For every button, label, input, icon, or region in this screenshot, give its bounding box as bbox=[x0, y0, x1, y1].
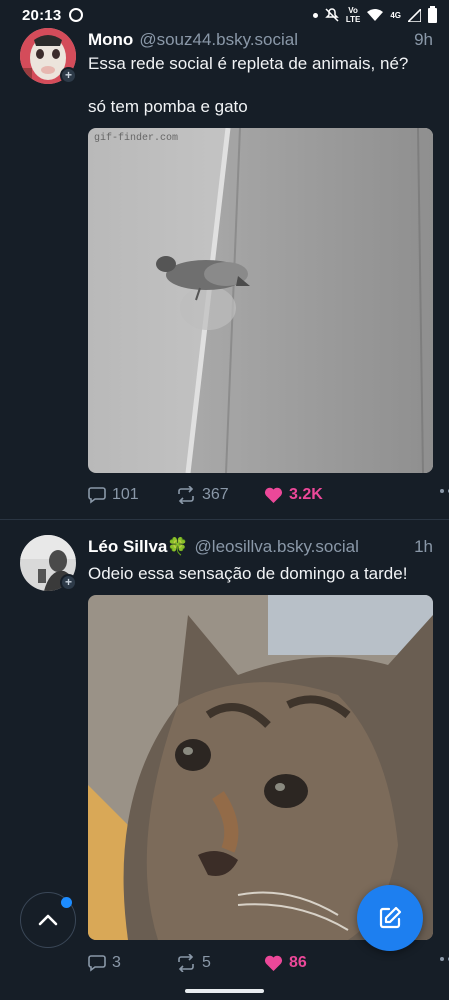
reply-count: 3 bbox=[112, 954, 121, 971]
compose-button[interactable] bbox=[357, 885, 423, 951]
gif-source-caption: gif-finder.com bbox=[94, 132, 178, 144]
post-media-gif[interactable]: gif-finder.com bbox=[88, 128, 433, 473]
handle[interactable]: @leosillva.bsky.social bbox=[195, 537, 359, 557]
status-bar: 20:13 Vo LTE 4G bbox=[0, 0, 449, 30]
repost-count: 5 bbox=[202, 954, 211, 971]
like-button[interactable]: 86 bbox=[264, 954, 307, 972]
reply-button[interactable]: 3 bbox=[88, 954, 176, 972]
post-text-line: Essa rede social é repleta de animais, n… bbox=[88, 54, 409, 73]
like-count: 3.2K bbox=[289, 486, 323, 503]
post-text-line: Odeio essa sensação de domingo a tarde! bbox=[88, 564, 408, 583]
new-posts-badge bbox=[61, 897, 72, 908]
repost-arrows-icon bbox=[178, 954, 194, 972]
display-name[interactable]: Mono bbox=[88, 30, 133, 50]
like-button[interactable]: 3.2K bbox=[264, 486, 323, 504]
network-type: 4G bbox=[390, 10, 401, 20]
post-text: Odeio essa sensação de domingo a tarde! bbox=[88, 563, 435, 585]
repost-button[interactable]: 5 bbox=[176, 954, 264, 972]
more-dots-icon[interactable] bbox=[440, 489, 449, 493]
battery-icon bbox=[428, 5, 437, 23]
post-actions: 101 367 3.2K bbox=[88, 483, 449, 507]
handle[interactable]: @souz44.bsky.social bbox=[139, 30, 298, 50]
pigeon-gif-image: gif-finder.com bbox=[88, 128, 433, 473]
scroll-to-top-button[interactable] bbox=[20, 892, 76, 948]
status-icons: Vo LTE 4G bbox=[312, 5, 437, 24]
repost-count: 367 bbox=[202, 486, 229, 503]
timestamp[interactable]: 1h bbox=[414, 537, 433, 557]
whatsapp-notification-icon bbox=[69, 8, 84, 22]
more-dots-icon[interactable] bbox=[440, 957, 449, 961]
like-count: 86 bbox=[289, 954, 307, 971]
timestamp[interactable]: 9h bbox=[414, 30, 433, 50]
follow-plus-icon[interactable]: + bbox=[60, 67, 77, 84]
mute-icon bbox=[325, 8, 339, 22]
heart-icon bbox=[264, 487, 283, 503]
chat-bubble-icon bbox=[88, 487, 106, 504]
post-text: Essa rede social é repleta de animais, n… bbox=[88, 53, 435, 118]
volte-label: Vo bbox=[348, 6, 358, 15]
chevron-up-icon bbox=[38, 914, 58, 926]
lte-label: LTE bbox=[345, 15, 361, 24]
wifi-icon bbox=[367, 8, 384, 21]
repost-button[interactable]: 367 bbox=[176, 486, 264, 504]
notification-dot-icon bbox=[312, 12, 318, 18]
follow-plus-icon[interactable]: + bbox=[60, 574, 77, 591]
display-name[interactable]: Léo Sillva🍀 bbox=[88, 537, 189, 557]
reply-button[interactable]: 101 bbox=[88, 486, 176, 504]
volte-indicator: Vo LTE bbox=[346, 6, 361, 24]
chat-bubble-icon bbox=[88, 955, 106, 972]
post-divider bbox=[0, 519, 449, 520]
post-actions: 3 5 86 bbox=[88, 951, 449, 975]
repost-arrows-icon bbox=[178, 486, 194, 504]
reply-count: 101 bbox=[112, 486, 139, 503]
heart-icon bbox=[264, 955, 283, 971]
compose-pencil-icon bbox=[379, 906, 402, 929]
post-header: Léo Sillva🍀 @leosillva.bsky.social 1h bbox=[88, 537, 433, 559]
gesture-navigation-bar[interactable] bbox=[185, 989, 264, 993]
post-text-line: só tem pomba e gato bbox=[88, 97, 248, 116]
signal-icon bbox=[408, 8, 421, 22]
post-header: Mono @souz44.bsky.social 9h bbox=[88, 30, 433, 52]
status-time: 20:13 bbox=[22, 6, 62, 24]
